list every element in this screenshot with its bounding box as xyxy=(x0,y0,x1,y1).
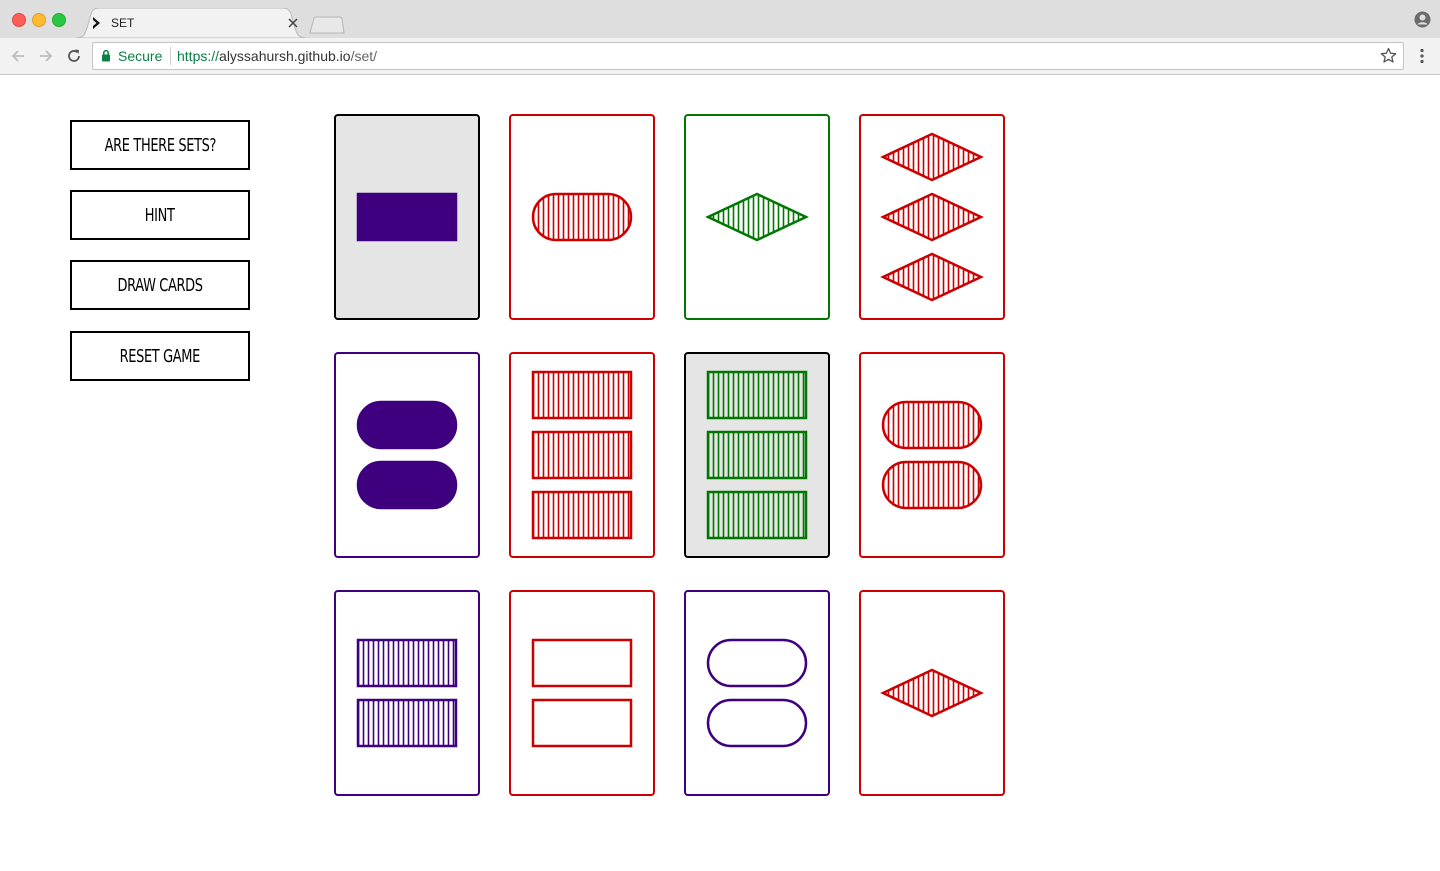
lock-icon xyxy=(102,49,110,62)
rectangle-symbol xyxy=(706,370,808,420)
reset-game-button[interactable]: RESET GAME xyxy=(70,331,250,381)
diamond-symbol xyxy=(705,192,809,242)
card-symbols xyxy=(706,638,808,748)
card-symbols xyxy=(531,192,633,242)
window-minimize-button[interactable] xyxy=(32,13,46,27)
oval-symbol xyxy=(706,638,808,688)
card-symbols xyxy=(531,638,633,748)
card-symbols xyxy=(881,400,983,510)
rectangle-symbol xyxy=(706,490,808,540)
tab-title: SET xyxy=(111,16,135,30)
diamond-symbol xyxy=(880,192,984,242)
diamond-symbol xyxy=(880,132,984,182)
rectangle-symbol xyxy=(531,430,633,480)
set-card[interactable] xyxy=(859,352,1005,558)
rectangle-symbol xyxy=(531,698,633,748)
bookmark-star-icon[interactable] xyxy=(1380,47,1397,64)
chevron-right-icon xyxy=(93,17,100,29)
oval-symbol xyxy=(356,400,458,450)
url-host: alyssahursh.github.io xyxy=(219,48,351,64)
diamond-symbol xyxy=(880,668,984,718)
rectangle-symbol xyxy=(356,698,458,748)
rectangle-symbol xyxy=(531,638,633,688)
rectangle-symbol xyxy=(531,370,633,420)
card-symbols xyxy=(880,668,984,718)
back-arrow-icon[interactable] xyxy=(9,47,27,65)
set-card[interactable] xyxy=(334,590,480,796)
url-scheme: https:// xyxy=(177,48,220,64)
rectangle-symbol xyxy=(531,490,633,540)
set-card[interactable] xyxy=(509,590,655,796)
card-symbols xyxy=(705,192,809,242)
set-card[interactable] xyxy=(684,114,830,320)
menu-dots-icon[interactable] xyxy=(1414,47,1430,65)
set-card[interactable] xyxy=(509,114,655,320)
forward-arrow-icon[interactable] xyxy=(37,47,55,65)
reset-game-label: RESET GAME xyxy=(119,345,201,367)
oval-symbol xyxy=(356,460,458,510)
card-symbols xyxy=(356,638,458,748)
set-card[interactable] xyxy=(334,352,480,558)
new-tab-button[interactable] xyxy=(309,16,345,34)
tab-close-icon[interactable] xyxy=(286,16,300,30)
window-maximize-button[interactable] xyxy=(52,13,66,27)
browser-titlebar: SET xyxy=(0,0,1440,38)
draw-cards-label: DRAW CARDS xyxy=(117,274,203,296)
url-divider xyxy=(170,47,171,65)
address-bar[interactable]: Secure https://alyssahursh.github.io/set… xyxy=(92,42,1404,70)
oval-symbol xyxy=(531,192,633,242)
url-path: /set/ xyxy=(350,48,378,64)
set-card[interactable] xyxy=(859,114,1005,320)
card-symbols xyxy=(356,192,458,242)
url-text: https://alyssahursh.github.io/set/ xyxy=(177,48,377,64)
hint-button[interactable]: HINT xyxy=(70,190,250,240)
browser-tab[interactable]: SET xyxy=(76,8,306,38)
secure-label: Secure xyxy=(118,48,163,64)
rectangle-symbol xyxy=(706,430,808,480)
card-symbols xyxy=(706,370,808,540)
oval-symbol xyxy=(881,460,983,510)
hint-label: HINT xyxy=(145,204,175,226)
oval-symbol xyxy=(706,698,808,748)
reload-icon[interactable] xyxy=(65,47,83,65)
card-symbols xyxy=(880,132,984,302)
set-card[interactable] xyxy=(684,590,830,796)
rectangle-symbol xyxy=(356,638,458,688)
set-card[interactable] xyxy=(859,590,1005,796)
diamond-symbol xyxy=(880,252,984,302)
card-symbols xyxy=(356,400,458,510)
window-close-button[interactable] xyxy=(12,13,26,27)
are-there-sets-button[interactable]: ARE THERE SETS? xyxy=(70,120,250,170)
oval-symbol xyxy=(881,400,983,450)
set-card[interactable] xyxy=(684,352,830,558)
draw-cards-button[interactable]: DRAW CARDS xyxy=(70,260,250,310)
browser-toolbar: Secure https://alyssahursh.github.io/set… xyxy=(0,38,1440,75)
card-symbols xyxy=(531,370,633,540)
profile-icon[interactable] xyxy=(1414,11,1431,28)
rectangle-symbol xyxy=(356,192,458,242)
are-there-sets-label: ARE THERE SETS? xyxy=(104,134,216,156)
set-card[interactable] xyxy=(334,114,480,320)
set-card[interactable] xyxy=(509,352,655,558)
